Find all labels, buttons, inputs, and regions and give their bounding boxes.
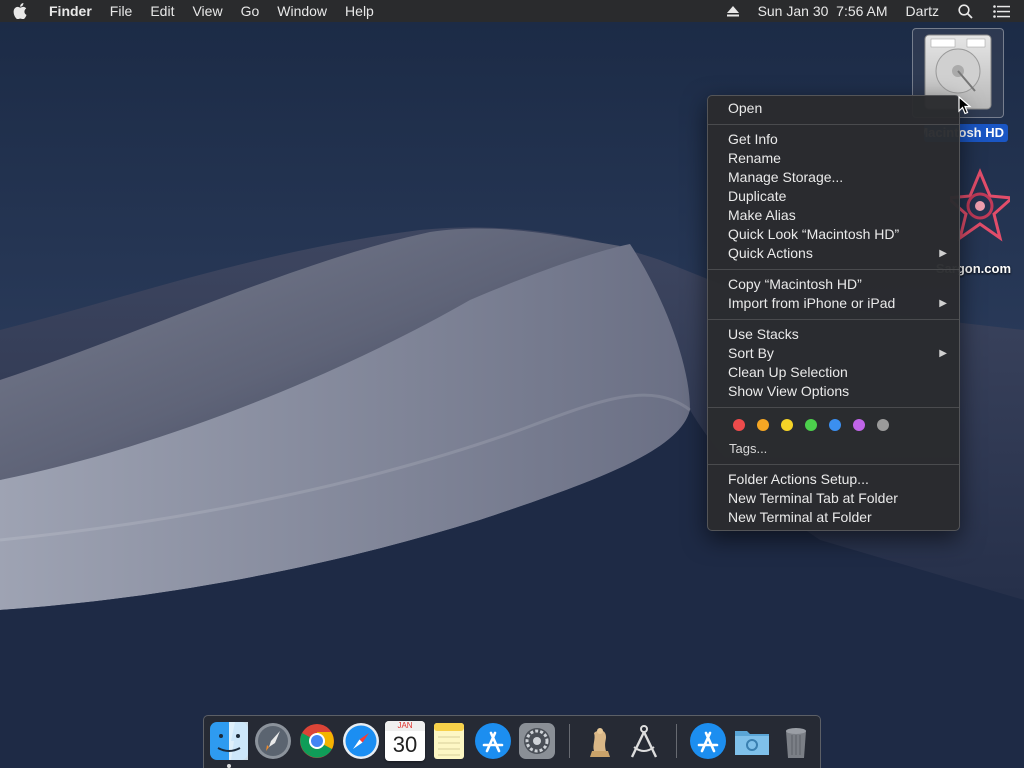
user-name[interactable]: Dartz [897, 0, 948, 22]
system-preferences-icon[interactable] [517, 721, 557, 761]
context-menu: Open Get Info Rename Manage Storage... D… [707, 95, 960, 531]
spotlight-search-icon[interactable] [948, 0, 983, 22]
import-iphone-label: Import from iPhone or iPad [728, 295, 896, 311]
submenu-arrow-icon: ▶ [939, 348, 947, 359]
tag-gray-icon[interactable] [877, 419, 889, 431]
launchpad-icon[interactable] [253, 721, 293, 761]
menu-item-import-iphone[interactable]: Import from iPhone or iPad ▶ [708, 294, 959, 313]
trash-icon[interactable] [776, 721, 816, 761]
menu-window[interactable]: Window [268, 0, 336, 22]
tag-blue-icon[interactable] [829, 419, 841, 431]
menu-item-open[interactable]: Open [708, 99, 959, 118]
clock[interactable]: Sun Jan 30 7:56 AM [749, 0, 897, 22]
quick-actions-label: Quick Actions [728, 245, 813, 261]
menu-item-rename[interactable]: Rename [708, 149, 959, 168]
submenu-arrow-icon: ▶ [939, 248, 947, 259]
menu-separator [708, 319, 959, 320]
menu-item-show-view-options[interactable]: Show View Options [708, 382, 959, 401]
menu-separator [708, 269, 959, 270]
menu-separator [708, 407, 959, 408]
submenu-arrow-icon: ▶ [939, 298, 947, 309]
menu-item-quick-actions[interactable]: Quick Actions ▶ [708, 244, 959, 263]
menu-edit[interactable]: Edit [141, 0, 183, 22]
menu-item-tags[interactable]: Tags... [729, 441, 767, 456]
tag-red-icon[interactable] [733, 419, 745, 431]
sort-by-label: Sort By [728, 345, 774, 361]
menu-item-new-terminal-tab[interactable]: New Terminal Tab at Folder [708, 489, 959, 508]
menu-item-manage-storage[interactable]: Manage Storage... [708, 168, 959, 187]
notification-center-icon[interactable] [983, 0, 1024, 22]
calendar-day: 30 [392, 732, 418, 757]
apple-menu-icon[interactable] [0, 3, 40, 19]
menu-item-clean-up[interactable]: Clean Up Selection [708, 363, 959, 382]
finder-icon[interactable] [209, 721, 249, 761]
directory-utility-icon[interactable] [624, 721, 664, 761]
dock-divider [569, 724, 570, 758]
chrome-icon[interactable] [297, 721, 337, 761]
tag-yellow-icon[interactable] [781, 419, 793, 431]
app-store-icon[interactable] [473, 721, 513, 761]
menu-item-copy[interactable]: Copy “Macintosh HD” [708, 275, 959, 294]
menu-separator [708, 464, 959, 465]
eject-icon[interactable] [717, 0, 749, 22]
menu-item-get-info[interactable]: Get Info [708, 130, 959, 149]
menu-help[interactable]: Help [336, 0, 383, 22]
menu-item-folder-actions[interactable]: Folder Actions Setup... [708, 470, 959, 489]
menu-item-use-stacks[interactable]: Use Stacks [708, 325, 959, 344]
menu-go[interactable]: Go [232, 0, 269, 22]
menu-item-make-alias[interactable]: Make Alias [708, 206, 959, 225]
menu-finder[interactable]: Finder [40, 0, 101, 22]
calendar-icon[interactable]: JAN 30 [385, 721, 425, 761]
notes-icon[interactable] [429, 721, 469, 761]
menu-bar: Finder File Edit View Go Window Help Sun… [0, 0, 1024, 22]
menu-item-sort-by[interactable]: Sort By ▶ [708, 344, 959, 363]
menu-item-quick-look[interactable]: Quick Look “Macintosh HD” [708, 225, 959, 244]
mouse-pointer-icon [958, 96, 972, 115]
chess-icon[interactable] [580, 721, 620, 761]
safari-icon[interactable] [341, 721, 381, 761]
menu-item-duplicate[interactable]: Duplicate [708, 187, 959, 206]
tag-green-icon[interactable] [805, 419, 817, 431]
calendar-month: JAN [385, 721, 425, 731]
running-indicator [227, 764, 231, 768]
tag-purple-icon[interactable] [853, 419, 865, 431]
dock: JAN 30 [203, 715, 821, 768]
menu-file[interactable]: File [101, 0, 142, 22]
menu-separator [708, 124, 959, 125]
tag-orange-icon[interactable] [757, 419, 769, 431]
dock-divider [676, 724, 677, 758]
downloads-folder-icon[interactable] [732, 721, 772, 761]
menu-view[interactable]: View [183, 0, 231, 22]
app-store-download-icon[interactable] [688, 721, 728, 761]
menu-item-new-terminal[interactable]: New Terminal at Folder [708, 508, 959, 527]
